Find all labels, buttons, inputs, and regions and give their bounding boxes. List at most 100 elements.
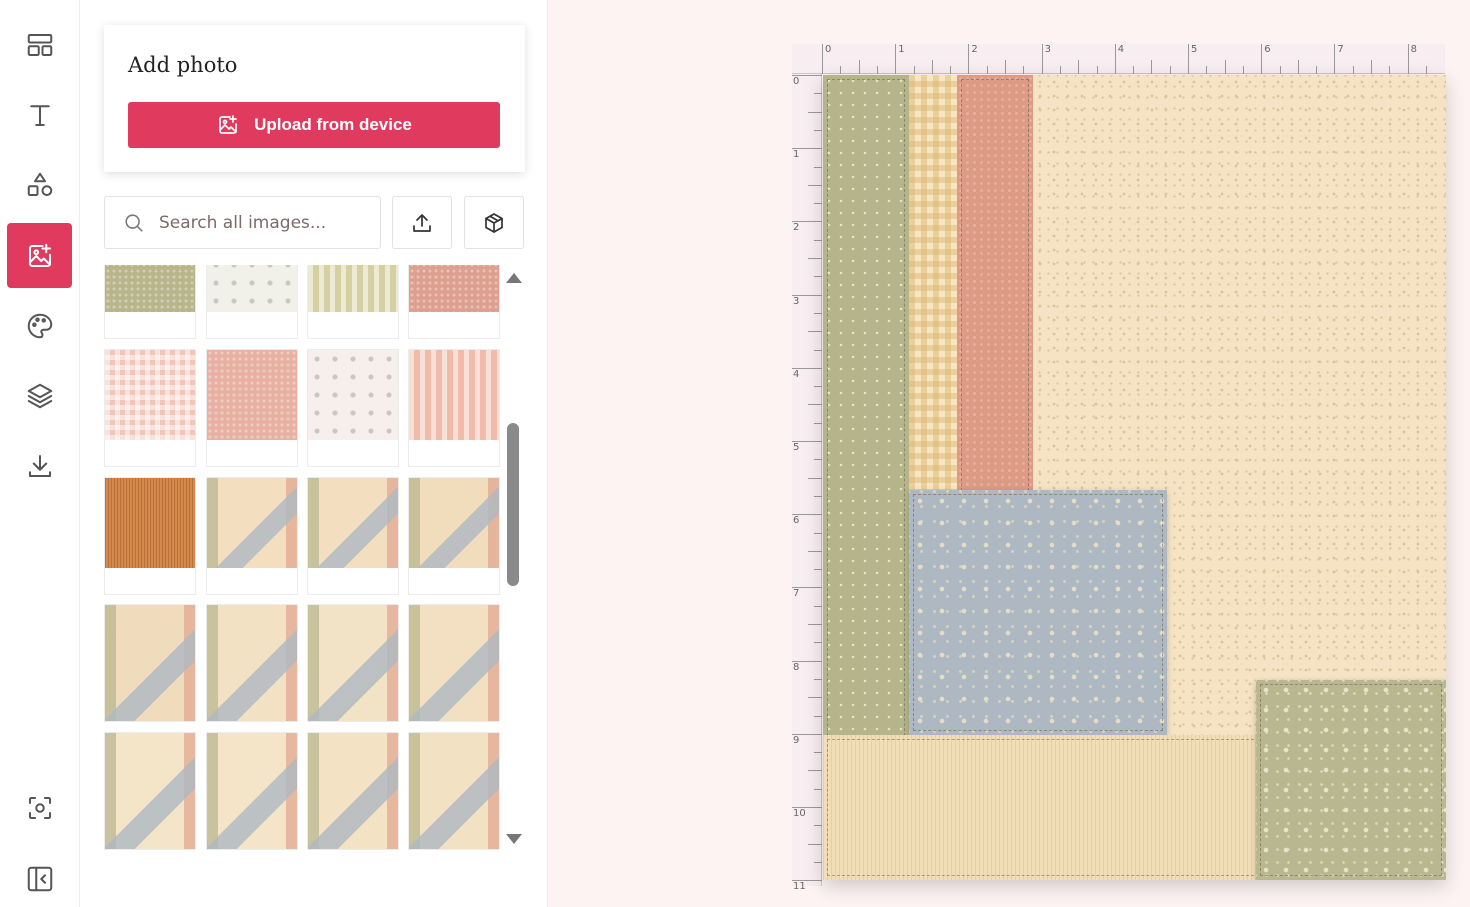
text-button[interactable] [7, 82, 72, 147]
image-thumbnail[interactable] [307, 349, 399, 467]
search-icon [125, 213, 143, 232]
ruler-minor-tick [1224, 60, 1226, 74]
focus-button[interactable] [7, 775, 72, 840]
shapes-icon [27, 172, 52, 196]
ruler-tick [895, 44, 897, 74]
ruler-minor-tick [931, 60, 933, 74]
image-thumbnail[interactable] [307, 604, 399, 722]
image-thumbnail[interactable] [104, 604, 196, 722]
ruler-minor-tick [1169, 66, 1171, 74]
image-thumbnail[interactable] [206, 732, 298, 850]
image-thumbnail[interactable] [104, 477, 196, 595]
image-thumbnail[interactable] [206, 265, 298, 339]
ruler-label: 5 [793, 442, 800, 453]
thumbnail-image [409, 605, 499, 721]
image-thumbnail[interactable] [408, 732, 500, 850]
ruler-minor-tick [814, 788, 822, 790]
image-thumbnail[interactable] [307, 265, 399, 339]
ruler-label: 9 [793, 734, 800, 746]
thumbnail-image [207, 350, 297, 440]
upload-from-device-button[interactable]: Upload from device [128, 102, 500, 148]
ruler-minor-tick [808, 404, 822, 406]
ruler-minor-tick [814, 386, 822, 388]
elements-button[interactable] [7, 152, 72, 217]
ruler-minor-tick [1133, 66, 1135, 74]
scrollbar-thumb[interactable] [507, 423, 519, 586]
ruler-tick [1114, 44, 1116, 74]
add-photo-title: Add photo [128, 53, 238, 77]
ruler-minor-tick [950, 66, 952, 74]
image-thumbnail[interactable] [408, 604, 500, 722]
download-button[interactable] [7, 433, 72, 498]
design-page[interactable] [823, 75, 1446, 880]
ruler-minor-tick [814, 495, 822, 497]
image-thumbnail[interactable] [307, 732, 399, 850]
ruler-minor-tick [1371, 60, 1372, 74]
add-photo-card: Add photo Upload from device [104, 25, 525, 172]
ruler-minor-tick [913, 66, 915, 74]
collapse-panel-button[interactable] [7, 846, 72, 907]
gingham-strip[interactable] [909, 75, 957, 495]
ruler-tick [1041, 44, 1043, 74]
search-input[interactable] [159, 212, 359, 233]
photos-panel: Add photo Upload from device [81, 0, 548, 907]
ruler-minor-tick [1151, 60, 1153, 74]
image-thumbnail[interactable] [408, 265, 500, 339]
upload-button[interactable] [392, 196, 452, 249]
background-button[interactable] [7, 293, 72, 358]
ruler-label: 6 [1264, 44, 1271, 55]
thumbnail-image [409, 265, 499, 312]
ruler-tick [1334, 44, 1336, 74]
image-thumbnail[interactable] [307, 477, 399, 595]
ruler-minor-tick [814, 276, 822, 278]
ruler-label: 1 [898, 44, 905, 55]
image-thumbnail[interactable] [206, 349, 298, 467]
thumbnail-image [105, 265, 195, 312]
sage-floral-block[interactable] [1256, 680, 1446, 880]
ruler-label: 7 [1337, 44, 1344, 55]
ruler-minor-tick [814, 861, 822, 863]
upload-icon [413, 213, 431, 232]
cream-bottom-strip[interactable] [823, 735, 1263, 880]
image-thumbnail[interactable] [206, 604, 298, 722]
text-icon [29, 104, 50, 126]
image-thumbnail[interactable] [104, 265, 196, 339]
thumbnail-image [207, 605, 297, 721]
ruler-minor-tick [808, 258, 822, 259]
pink-strip[interactable] [957, 75, 1033, 495]
ruler-minor-tick [808, 697, 822, 699]
ruler-tick [968, 44, 970, 74]
layers-button[interactable] [7, 363, 72, 428]
scroll-up-arrow[interactable] [506, 273, 522, 283]
image-thumbnail[interactable] [408, 349, 500, 467]
ruler-minor-tick [814, 642, 822, 644]
thumbnail-image [409, 350, 499, 440]
ruler-label: 3 [793, 295, 800, 307]
download-icon [28, 454, 51, 477]
canvas-workspace: 0 1 2 3 4 5 6 7 8 0 1 2 3 4 5 6 7 8 9 10 11 [549, 0, 1470, 907]
ruler-label: 2 [793, 222, 800, 234]
ruler-minor-tick [1005, 60, 1006, 74]
ruler-minor-tick [1316, 66, 1318, 74]
image-thumbnail[interactable] [104, 732, 196, 850]
search-box[interactable] [104, 196, 381, 249]
ruler-tick [1261, 44, 1263, 74]
image-thumbnail[interactable] [408, 477, 500, 595]
photos-button[interactable] [7, 223, 72, 288]
package-button[interactable] [464, 196, 524, 249]
thumbnail-image [207, 478, 297, 568]
thumbnail-image [308, 265, 398, 312]
ruler-minor-tick [808, 770, 822, 772]
image-thumbnail[interactable] [206, 477, 298, 595]
blue-floral-block[interactable] [909, 490, 1167, 735]
ruler-minor-tick [1078, 60, 1080, 74]
scroll-down-arrow[interactable] [506, 834, 522, 844]
ruler-label: 6 [793, 515, 800, 527]
image-thumbnails [104, 265, 504, 855]
ruler-label: 2 [971, 44, 978, 55]
templates-button[interactable] [7, 12, 72, 77]
ruler-minor-tick [858, 60, 860, 74]
thumbnail-image [105, 733, 195, 849]
image-thumbnail[interactable] [104, 349, 196, 467]
thumbnail-image [409, 478, 499, 568]
